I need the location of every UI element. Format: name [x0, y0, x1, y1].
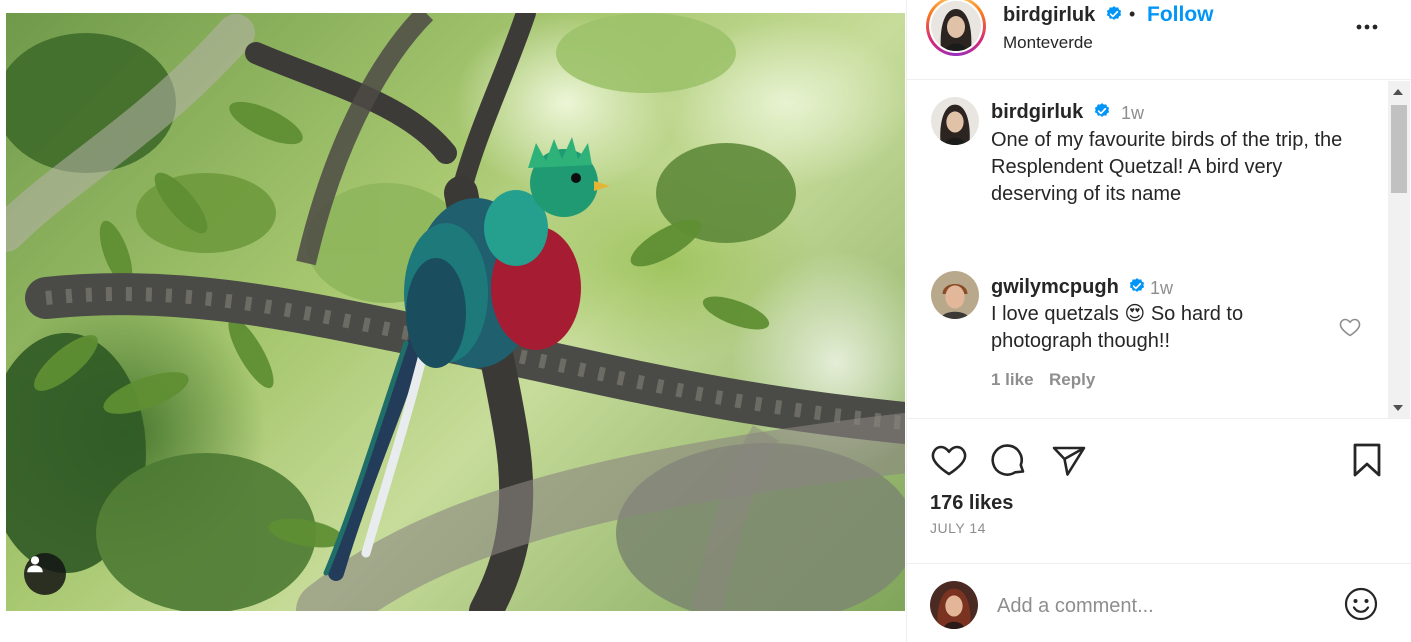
comment-like-count[interactable]: 1 like	[991, 370, 1034, 390]
verified-icon	[1106, 6, 1121, 20]
my-avatar[interactable]	[930, 581, 978, 629]
post-side-panel: birdgirluk • Follow Monteverde birdgirlu…	[906, 0, 1411, 642]
scroll-up-arrow[interactable]	[1393, 89, 1403, 95]
author-username-link[interactable]: birdgirluk	[1003, 4, 1123, 27]
more-icon[interactable]	[1352, 17, 1382, 37]
commenter-avatar-image	[931, 271, 979, 319]
comment-input[interactable]	[997, 592, 1327, 620]
caption-avatar[interactable]	[931, 97, 979, 145]
post-header: birdgirluk • Follow Monteverde	[907, 0, 1411, 80]
author-username: birdgirluk	[1003, 4, 1096, 26]
caption-text: One of my favourite birds of the trip, t…	[991, 129, 1343, 205]
comments-list[interactable]: birdgirluk 1w One of my favourite birds …	[907, 81, 1411, 419]
comment-text: I love quetzals 😍 So hard to photograph …	[991, 303, 1244, 352]
author-avatar-image	[931, 1, 981, 51]
commenter-username-link[interactable]: gwilymcpugh	[991, 276, 1146, 299]
author-avatar[interactable]	[926, 0, 986, 56]
location-link[interactable]: Monteverde	[1003, 33, 1093, 53]
quetzal-photo	[6, 13, 905, 611]
bookmark-icon[interactable]	[1347, 440, 1387, 480]
verified-icon	[1130, 278, 1145, 292]
share-icon[interactable]	[1049, 440, 1089, 480]
caption-username: birdgirluk	[991, 101, 1084, 123]
post-date[interactable]: JULY 14	[930, 520, 986, 536]
emoji-icon[interactable]	[1343, 586, 1379, 622]
follow-button[interactable]: Follow	[1147, 3, 1214, 27]
comment-icon[interactable]	[989, 440, 1029, 480]
comment-time[interactable]: 1w	[1150, 278, 1173, 299]
my-avatar-image	[930, 581, 978, 629]
post-image[interactable]	[6, 13, 905, 611]
verified-icon	[1094, 103, 1109, 117]
user-tag-button[interactable]	[24, 553, 66, 595]
heart-icon[interactable]	[929, 440, 969, 480]
comment-composer	[907, 563, 1411, 642]
comment-heart-icon[interactable]	[1337, 315, 1363, 339]
comment-reply-button[interactable]: Reply	[1049, 370, 1095, 390]
commenter-username: gwilymcpugh	[991, 276, 1119, 298]
scroll-thumb[interactable]	[1391, 105, 1407, 193]
user-tag-icon	[27, 556, 43, 573]
commenter-avatar[interactable]	[931, 271, 979, 319]
header-separator: •	[1129, 4, 1136, 24]
caption-time[interactable]: 1w	[1121, 103, 1144, 124]
comments-scrollbar[interactable]	[1388, 81, 1410, 418]
caption-username-link[interactable]: birdgirluk	[991, 101, 1111, 124]
likes-count[interactable]: 176 likes	[930, 492, 1013, 515]
scroll-down-arrow[interactable]	[1393, 405, 1403, 411]
caption-avatar-image	[931, 97, 979, 145]
